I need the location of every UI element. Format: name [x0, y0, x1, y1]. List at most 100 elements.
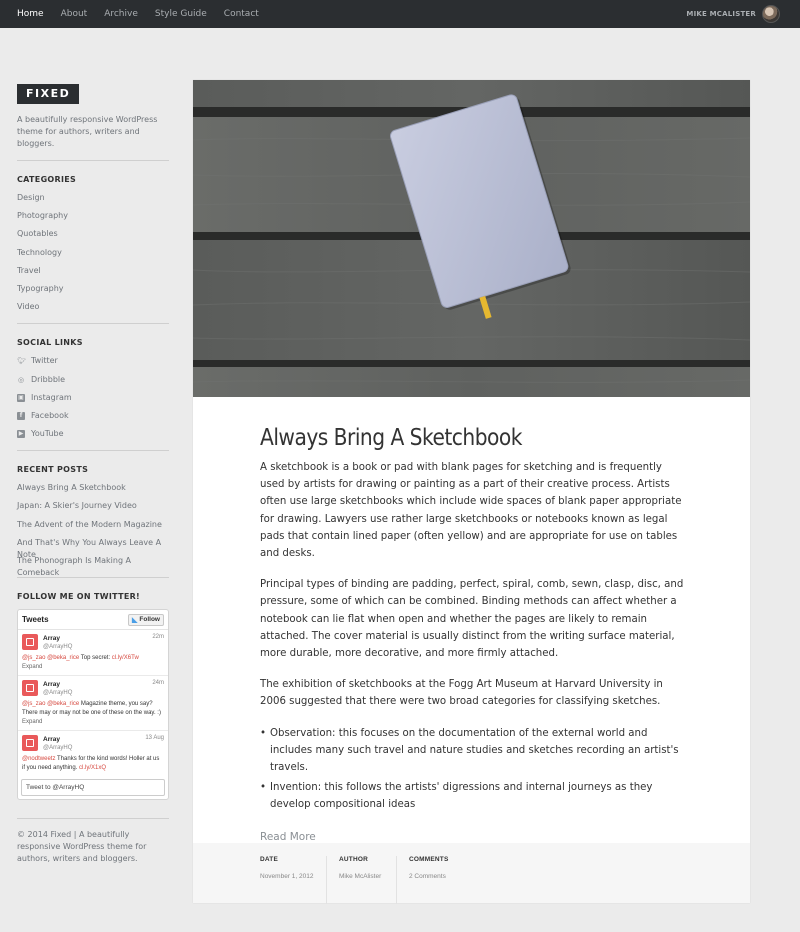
social-link-label: Dribbble [31, 374, 66, 384]
sidebar-divider [17, 818, 169, 820]
recent-post-link[interactable]: The Advent of the Modern Magazine [17, 519, 169, 537]
twitter-widget-title: Tweets [22, 615, 49, 625]
featured-image[interactable] [193, 80, 750, 397]
user-name[interactable]: MIKE MCALISTER [686, 10, 756, 18]
recent-posts-heading: RECENT POSTS [17, 465, 89, 475]
tweet-mentions[interactable]: @js_zao @beka_rice [22, 655, 79, 661]
avatar[interactable] [762, 5, 780, 23]
tweet-body: Top secret: [79, 655, 112, 662]
sidebar-divider [17, 450, 169, 452]
sketchbook-on-deck-image [193, 80, 750, 397]
categories-list: Design Photography Quotables Technology … [17, 192, 169, 319]
tweet-time[interactable]: 24m [152, 680, 164, 686]
nav-about-link[interactable]: About [61, 9, 88, 19]
meta-label-date: DATE [260, 856, 279, 863]
top-bar: Home About Archive Style Guide Contact M… [0, 0, 800, 28]
social-link-label: YouTube [31, 429, 64, 439]
tweet[interactable]: Array @ArrayHQ 22m @js_zao @beka_rice To… [18, 630, 168, 677]
recent-post-link[interactable]: Always Bring A Sketchbook [17, 482, 169, 500]
post-meta-comments: COMMENTS 2 Comments [397, 856, 461, 904]
meta-value-author[interactable]: Mike McAlister [339, 873, 384, 880]
tweet-author-handle[interactable]: @ArrayHQ [43, 744, 145, 753]
recent-post-link[interactable]: The Phonograph Is Making A Comeback [17, 555, 169, 577]
nav-style-guide-link[interactable]: Style Guide [155, 9, 207, 19]
post-meta-author: AUTHOR Mike McAlister [327, 856, 397, 904]
site-tagline: A beautifully responsive WordPress theme… [17, 115, 158, 148]
tweet-mentions[interactable]: @js_zao @beka_rice [22, 701, 79, 707]
social-link-label: Instagram [31, 392, 72, 402]
nav-home-link[interactable]: Home [17, 9, 44, 19]
tweet[interactable]: Array @ArrayHQ 13 Aug @nodtweetz Thanks … [18, 731, 168, 776]
post-bullet-list: Observation: this focuses on the documen… [260, 725, 685, 814]
post-article: Always Bring A Sketchbook A sketchbook i… [260, 423, 685, 843]
top-nav: Home About Archive Style Guide Contact [0, 0, 276, 28]
meta-value-date[interactable]: November 1, 2012 [260, 873, 314, 880]
site-logo[interactable]: FIXED [17, 84, 80, 104]
social-link-label: Facebook [31, 410, 69, 420]
tweet-author-name[interactable]: Array [43, 735, 145, 744]
tweet-time[interactable]: 13 Aug [145, 735, 164, 741]
tweet-text: @js_zao @beka_rice Top secret: cl.ly/X6T… [22, 654, 164, 663]
category-link-photography[interactable]: Photography [17, 210, 169, 228]
social-link-twitter[interactable]: 🐦︎ Twitter [17, 355, 169, 373]
nav-archive-link[interactable]: Archive [104, 9, 138, 19]
social-link-dribbble[interactable]: ◎ Dribbble [17, 374, 169, 392]
categories-heading: CATEGORIES [17, 175, 77, 184]
recent-post-link[interactable]: And That's Why You Always Leave A Note [17, 537, 169, 559]
user-menu[interactable]: MIKE MCALISTER [686, 0, 780, 28]
post-meta-date: DATE November 1, 2012 [260, 856, 327, 904]
tweet-avatar[interactable] [22, 735, 38, 752]
social-link-instagram[interactable]: ▣ Instagram [17, 392, 169, 410]
twitter-follow-button[interactable]: ◣ Follow [128, 613, 164, 626]
tweet-expand-link[interactable]: Expand [22, 718, 164, 727]
tweet-avatar[interactable] [22, 680, 38, 697]
instagram-icon: ▣ [17, 393, 25, 402]
nav-contact-link[interactable]: Contact [224, 9, 259, 19]
category-link-typography[interactable]: Typography [17, 283, 169, 301]
post-title[interactable]: Always Bring A Sketchbook [260, 423, 634, 453]
tweet-author-name[interactable]: Array [43, 680, 152, 689]
social-link-youtube[interactable]: ▶ YouTube [17, 428, 169, 446]
category-link-quotables[interactable]: Quotables [17, 228, 169, 246]
category-link-travel[interactable]: Travel [17, 265, 169, 283]
category-link-design[interactable]: Design [17, 192, 169, 210]
tweet-avatar[interactable] [22, 634, 38, 651]
tweet-author-name[interactable]: Array [43, 634, 152, 643]
youtube-icon: ▶ [17, 430, 25, 439]
tweet[interactable]: Array @ArrayHQ 24m @js_zao @beka_rice Ma… [18, 676, 168, 732]
post-meta: DATE November 1, 2012 AUTHOR Mike McAlis… [193, 843, 461, 904]
dribbble-icon: ◎ [17, 375, 25, 384]
category-link-technology[interactable]: Technology [17, 247, 169, 265]
sidebar-divider [17, 323, 169, 325]
tweet-time[interactable]: 22m [152, 634, 164, 640]
meta-label-comments: COMMENTS [409, 856, 449, 863]
facebook-icon: f [17, 411, 25, 420]
tweet-text: @nodtweetz Thanks for the kind words! Ho… [22, 755, 164, 773]
follow-label: Follow [139, 616, 160, 624]
twitter-bird-icon: ◣ [132, 616, 138, 624]
recent-posts-list: Always Bring A Sketchbook Japan: A Skier… [17, 482, 169, 577]
tweet-link[interactable]: cl.ly/X1xQ [79, 765, 106, 771]
social-links-list: 🐦︎ Twitter ◎ Dribbble ▣ Instagram f Face… [17, 355, 169, 446]
sidebar: FIXED A beautifully responsive WordPress… [17, 84, 169, 865]
meta-value-comments[interactable]: 2 Comments [409, 873, 449, 880]
tweet-author-handle[interactable]: @ArrayHQ [43, 689, 152, 698]
social-link-facebook[interactable]: f Facebook [17, 410, 169, 428]
recent-post-link[interactable]: Japan: A Skier's Journey Video [17, 500, 169, 518]
twitter-widget: Tweets ◣ Follow Array @ArrayHQ 22m @js_z… [17, 609, 169, 801]
category-link-video[interactable]: Video [17, 301, 169, 319]
post-paragraph: Principal types of binding are padding, … [260, 579, 684, 660]
tweet-link[interactable]: cl.ly/X6Tw [112, 655, 139, 661]
tweet-expand-link[interactable]: Expand [22, 663, 164, 672]
read-more-link[interactable]: Read More [260, 831, 685, 843]
post-bullet-item: Invention: this follows the artists' dig… [260, 779, 685, 813]
post-paragraph: A sketchbook is a book or pad with blank… [260, 462, 682, 560]
twitter-icon: 🐦︎ [17, 357, 26, 366]
meta-label-author: AUTHOR [339, 856, 369, 863]
tweet-compose-input[interactable]: Tweet to @ArrayHQ [21, 779, 165, 797]
tweet-mentions[interactable]: @nodtweetz [22, 756, 55, 762]
post-meta-bar: DATE November 1, 2012 AUTHOR Mike McAlis… [193, 843, 750, 904]
tweet-author-handle[interactable]: @ArrayHQ [43, 643, 152, 652]
post-paragraph: The exhibition of sketchbooks at the Fog… [260, 679, 663, 708]
tweet-text: @js_zao @beka_rice Magazine theme, you s… [22, 700, 164, 718]
